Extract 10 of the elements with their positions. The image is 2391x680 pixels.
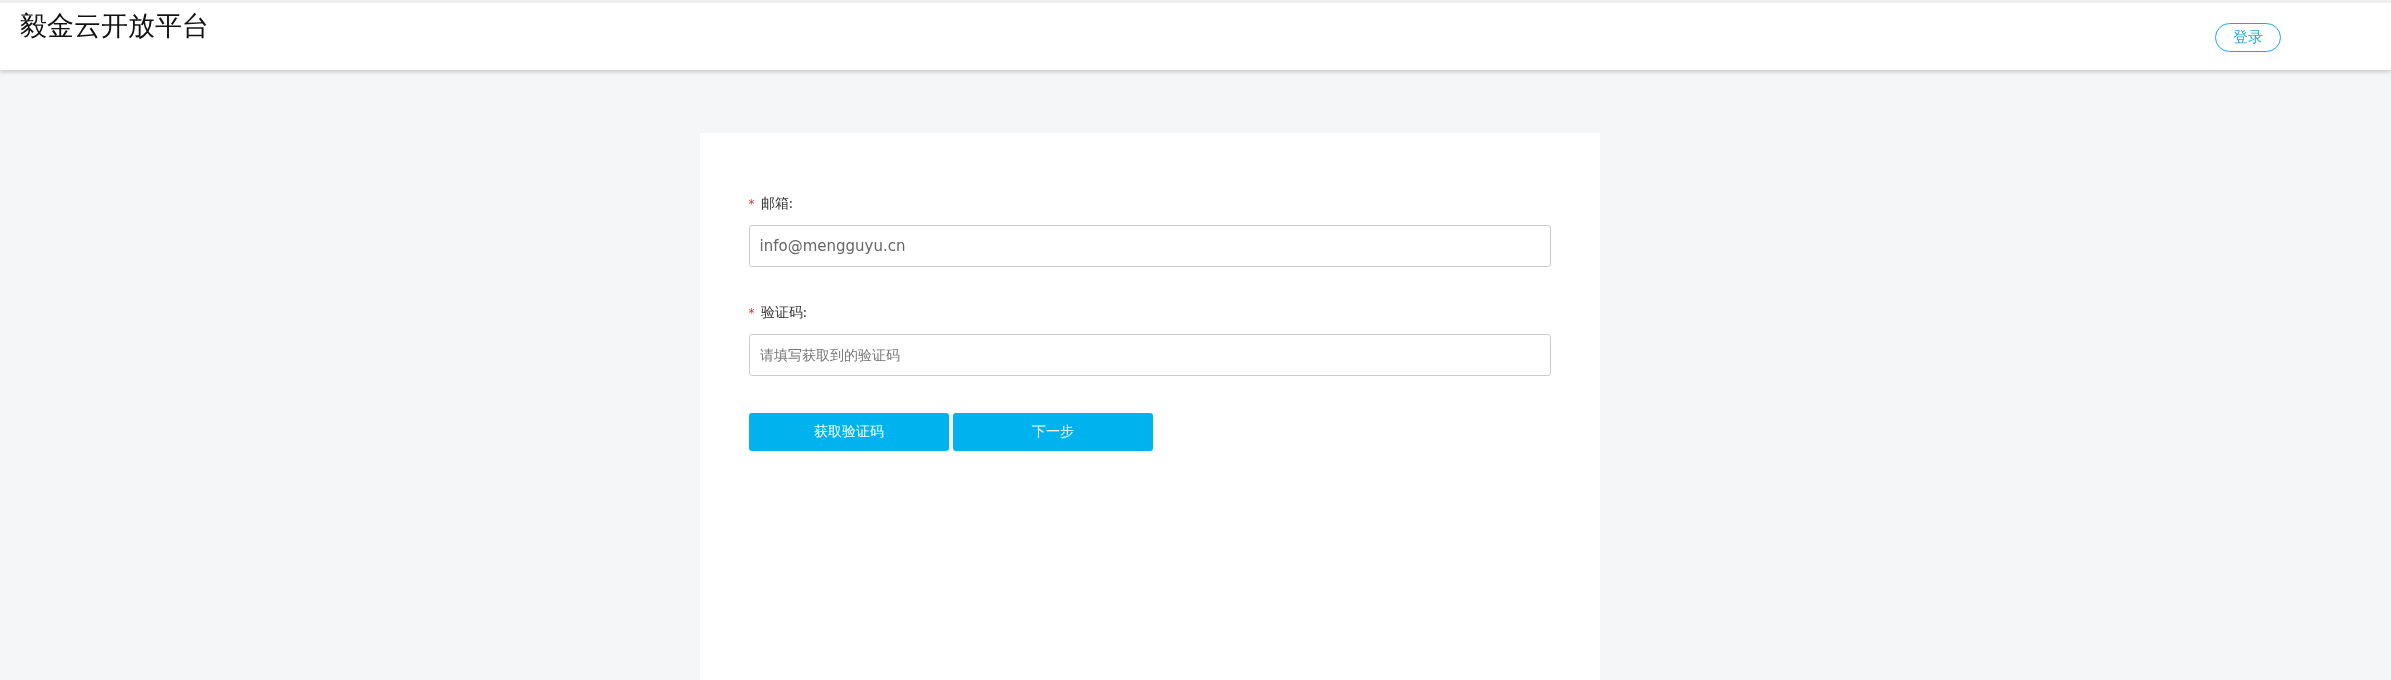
action-button[interactable]: 获取验证码 <box>748 413 949 451</box>
input-field[interactable]: 请填写获取到的验证码 <box>748 334 1551 376</box>
input-field[interactable]: info@mengguyu.cn <box>748 225 1551 267</box>
action-button[interactable]: 下一步 <box>952 413 1153 451</box>
login-button[interactable]: 登录 <box>2215 23 2281 52</box>
site-title: 毅金云开放平台 <box>20 9 209 43</box>
required-asterisk: * <box>748 306 755 320</box>
required-asterisk: * <box>748 197 755 211</box>
field-label: 邮箱: <box>760 195 794 213</box>
field-label: 验证码: <box>760 304 808 322</box>
